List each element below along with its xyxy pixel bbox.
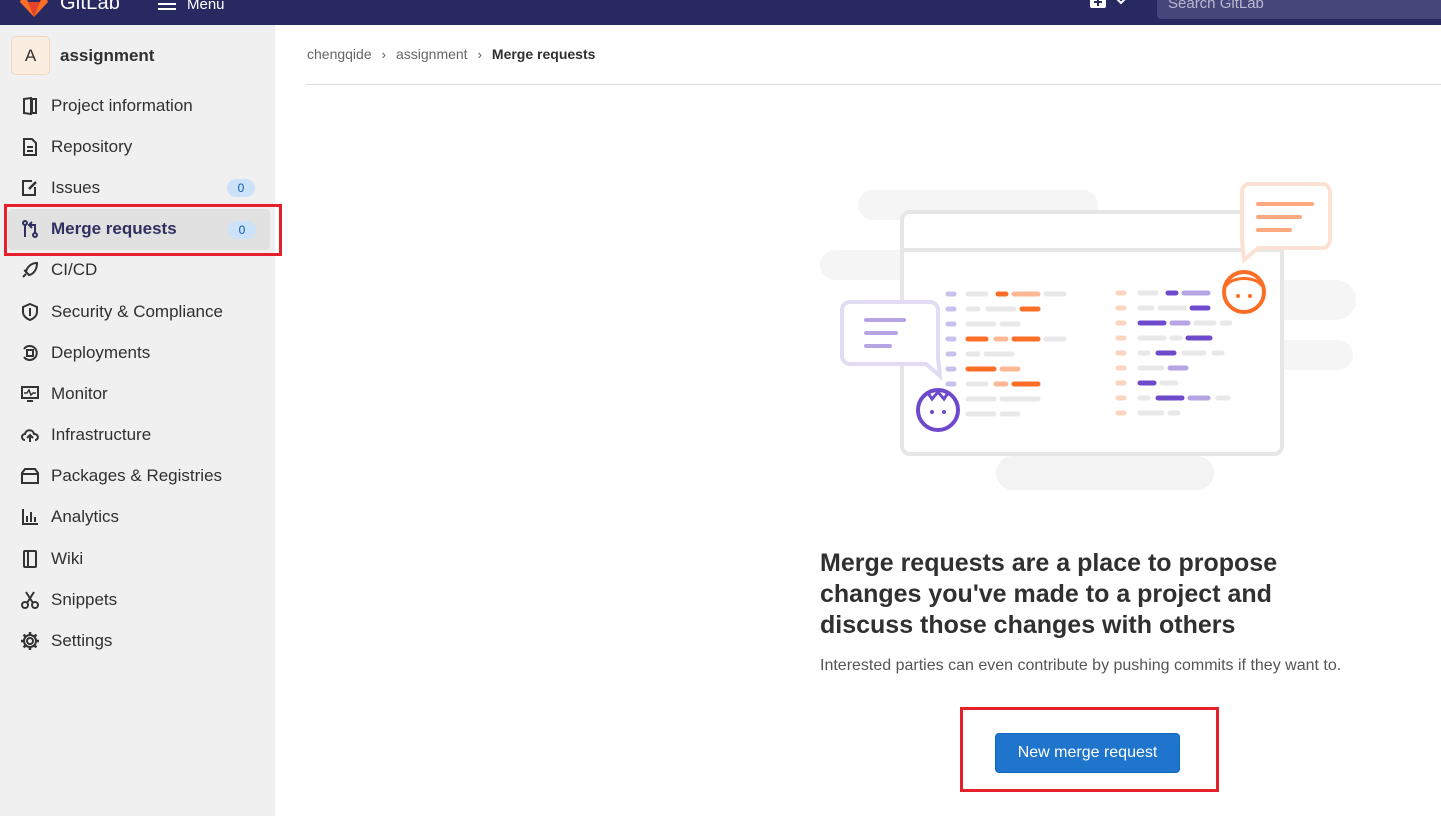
breadcrumb-item-current[interactable]: Merge requests xyxy=(492,46,595,62)
rocket-icon xyxy=(20,260,40,280)
sidebar-nav: Project information Repository Issues 0 … xyxy=(0,85,275,662)
hamburger-icon xyxy=(158,0,176,10)
monitor-icon xyxy=(20,384,40,404)
sidebar-item-label: Monitor xyxy=(51,383,108,403)
sidebar-item-label: Deployments xyxy=(51,342,151,362)
cloud-icon xyxy=(20,425,40,445)
top-navbar: GitLab Menu Search GitLab xyxy=(0,0,1441,25)
empty-state-description: Interested parties can even contribute b… xyxy=(820,657,1342,674)
sidebar: A assignment Project information Reposit… xyxy=(0,25,275,816)
chevron-right-icon: › xyxy=(477,46,482,62)
sidebar-item-project-information[interactable]: Project information xyxy=(0,85,275,126)
project-avatar: A xyxy=(11,36,50,75)
project-name: assignment xyxy=(60,45,155,65)
sidebar-item-wiki[interactable]: Wiki xyxy=(0,538,275,579)
sidebar-item-snippets[interactable]: Snippets xyxy=(0,579,275,620)
issues-icon xyxy=(20,178,40,198)
sidebar-item-deployments[interactable]: Deployments xyxy=(0,332,275,373)
sidebar-item-monitor[interactable]: Monitor xyxy=(0,373,275,414)
breadcrumb-divider xyxy=(306,84,1441,85)
chart-icon xyxy=(20,507,40,527)
project-info-icon xyxy=(20,96,40,116)
sidebar-item-label: Repository xyxy=(51,136,133,156)
sidebar-item-label: Wiki xyxy=(51,548,84,568)
sidebar-item-issues[interactable]: Issues 0 xyxy=(0,167,275,208)
merge-requests-empty-illustration xyxy=(820,182,1356,490)
sidebar-item-label: Project information xyxy=(51,95,193,115)
breadcrumb-item-namespace[interactable]: chengqide xyxy=(307,46,372,62)
sidebar-item-label: Infrastructure xyxy=(51,425,152,445)
breadcrumb-item-project[interactable]: assignment xyxy=(396,46,468,62)
empty-state-title: Merge requests are a place to propose ch… xyxy=(820,549,1278,639)
sidebar-item-security-compliance[interactable]: Security & Compliance xyxy=(0,291,275,332)
sidebar-item-label: Packages & Registries xyxy=(51,466,223,486)
sidebar-item-label: Snippets xyxy=(51,589,118,609)
menu-button[interactable]: Menu xyxy=(158,0,225,14)
book-icon xyxy=(20,549,40,569)
sidebar-item-label: Analytics xyxy=(51,507,120,527)
new-dropdown-icon[interactable] xyxy=(1090,0,1130,12)
breadcrumb: chengqide › assignment › Merge requests xyxy=(307,46,595,62)
deployments-icon xyxy=(20,343,40,363)
brand-name[interactable]: GitLab xyxy=(60,0,120,15)
sidebar-item-infrastructure[interactable]: Infrastructure xyxy=(0,415,275,456)
issues-count-badge: 0 xyxy=(227,179,255,198)
annotation-highlight-new-merge-request xyxy=(960,707,1219,792)
sidebar-item-label: Issues xyxy=(51,177,101,197)
package-icon xyxy=(20,466,40,486)
annotation-highlight-merge-requests xyxy=(4,204,282,256)
sidebar-item-label: Settings xyxy=(51,631,113,651)
shield-icon xyxy=(20,302,40,322)
search-input[interactable]: Search GitLab xyxy=(1157,0,1441,19)
sidebar-item-label: Security & Compliance xyxy=(51,301,223,321)
scissors-icon xyxy=(20,590,40,610)
sidebar-item-analytics[interactable]: Analytics xyxy=(0,497,275,538)
repository-icon xyxy=(20,137,40,157)
sidebar-item-repository[interactable]: Repository xyxy=(0,126,275,167)
gitlab-logo-icon[interactable] xyxy=(18,0,50,18)
sidebar-item-settings[interactable]: Settings xyxy=(0,620,275,661)
gear-icon xyxy=(20,631,40,651)
sidebar-item-packages-registries[interactable]: Packages & Registries xyxy=(0,456,275,497)
menu-label: Menu xyxy=(187,0,225,13)
project-header[interactable]: A assignment xyxy=(11,36,154,75)
chevron-right-icon: › xyxy=(381,46,386,62)
sidebar-item-label: CI/CD xyxy=(51,260,98,280)
